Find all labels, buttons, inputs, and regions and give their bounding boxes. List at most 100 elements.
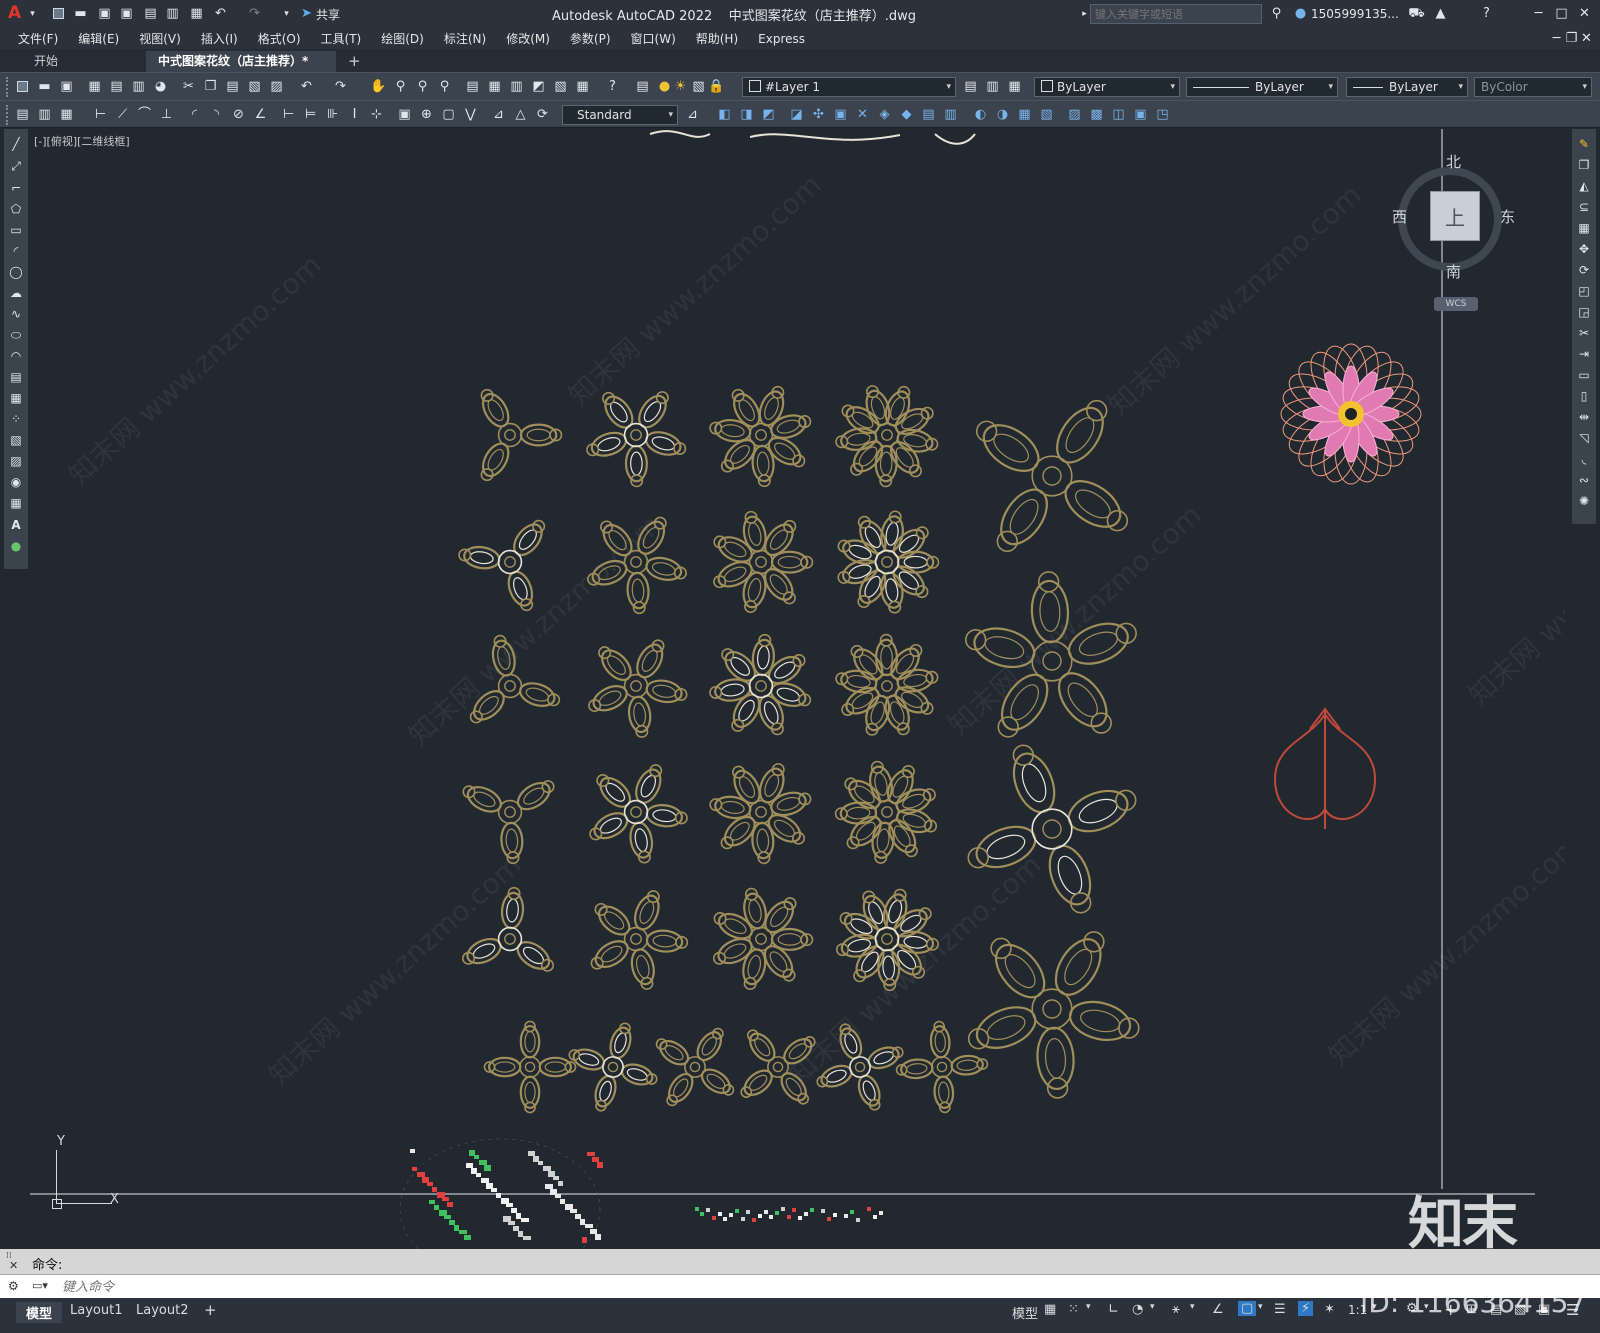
modify-icon-18[interactable]: ◫ xyxy=(1110,106,1127,123)
open-file-icon[interactable]: ▬ xyxy=(72,5,89,22)
tb-markup-icon[interactable]: ▧ xyxy=(552,78,569,95)
dim-text-edit-icon[interactable]: △ xyxy=(512,106,529,123)
tb-3d-print-icon[interactable]: ◕ xyxy=(152,78,169,95)
menu-view[interactable]: 视图(V) xyxy=(139,30,181,47)
drawing-canvas[interactable]: [-][俯视][二维线框] 知末网 www.znzmo.com 知末网 www.… xyxy=(30,129,1565,1249)
dim-space-icon[interactable]: Ⅰ xyxy=(346,106,363,123)
wcs-menu[interactable]: WCS xyxy=(1434,297,1478,311)
open-web-icon[interactable]: ▤ xyxy=(142,5,159,22)
revision-cloud-icon[interactable]: ☁ xyxy=(9,286,23,300)
maximize-icon[interactable]: □ xyxy=(1553,5,1570,22)
layer-state-icon[interactable]: ▦ xyxy=(1006,78,1023,95)
modify-icon-10[interactable]: ▤ xyxy=(920,106,937,123)
tb-cut-icon[interactable]: ✂ xyxy=(180,78,197,95)
viewcube[interactable]: 上 北 南 东 西 WCS xyxy=(1370,139,1540,311)
erase-icon[interactable]: ✎ xyxy=(1577,137,1591,151)
menu-express[interactable]: Express xyxy=(758,32,805,46)
lineweight-toggle-icon[interactable]: ☰ xyxy=(1274,1302,1286,1317)
tab-start[interactable]: 开始 xyxy=(22,51,146,72)
viewcube-south[interactable]: 南 xyxy=(1446,261,1461,282)
isodraft-icon[interactable]: ⚹ xyxy=(1172,1302,1180,1317)
array-icon[interactable]: ▦ xyxy=(1577,221,1591,235)
mtext-icon[interactable]: A xyxy=(9,518,23,532)
ordinate-dim-icon[interactable]: ⊥ xyxy=(158,106,175,123)
point-icon[interactable]: ⁘ xyxy=(9,412,23,426)
layer-vp-icon[interactable]: ▧ xyxy=(690,78,707,95)
tb-plot-icon[interactable]: ▦ xyxy=(86,78,103,95)
line-icon[interactable]: ╱ xyxy=(9,137,23,151)
modify-icon-4[interactable]: ◪ xyxy=(788,106,805,123)
tb-match-prop-icon[interactable]: ▧ xyxy=(246,78,263,95)
modify-icon-7[interactable]: ✕ xyxy=(854,106,871,123)
autodesk-app-icon[interactable]: ▲ xyxy=(1432,5,1449,22)
tb-zoom-realtime-icon[interactable]: ⚲ xyxy=(392,78,409,95)
layout-tab-layout2[interactable]: Layout2 xyxy=(136,1303,188,1318)
tb2-icon-1[interactable]: ▤ xyxy=(14,106,31,123)
menu-help[interactable]: 帮助(H) xyxy=(696,30,738,47)
modify-icon-5[interactable]: ✣ xyxy=(810,106,827,123)
ellipse-arc-icon[interactable]: ◠ xyxy=(9,349,23,363)
cart-icon[interactable]: ⛟ xyxy=(1408,5,1425,22)
layer-lock-icon[interactable]: 🔒 xyxy=(708,78,725,95)
osnap-tracking-icon[interactable]: ∠ xyxy=(1212,1302,1224,1317)
redo-icon[interactable]: ↷ xyxy=(246,5,263,22)
isodraft-menu-icon[interactable]: ▾ xyxy=(1190,1302,1195,1312)
viewcube-north[interactable]: 北 xyxy=(1446,151,1461,172)
baseline-dim-icon[interactable]: ⊨ xyxy=(302,106,319,123)
layout-tab-layout1[interactable]: Layout1 xyxy=(70,1303,122,1318)
arc-icon[interactable]: ◜ xyxy=(9,244,23,258)
modify-icon-16[interactable]: ▨ xyxy=(1066,106,1083,123)
blend-icon[interactable]: ∾ xyxy=(1577,473,1591,487)
tb-sheet-set-icon[interactable]: ◩ xyxy=(530,78,547,95)
layer-on-icon[interactable]: ● xyxy=(656,78,673,95)
trim-icon[interactable]: ✂ xyxy=(1577,326,1591,340)
tb-help-icon[interactable]: ? xyxy=(604,78,621,95)
grid-icon[interactable]: ▦ xyxy=(1044,1302,1056,1317)
user-name[interactable]: 1505999135... xyxy=(1311,7,1399,21)
rectangle-icon[interactable]: ▭ xyxy=(9,223,23,237)
model-space-button[interactable]: 模型 xyxy=(1012,1303,1038,1322)
extend-icon[interactable]: ⇥ xyxy=(1577,347,1591,361)
toolbar-grip[interactable] xyxy=(6,77,11,97)
viewcube-east[interactable]: 东 xyxy=(1500,206,1515,227)
annotation-visibility-icon[interactable]: ⚡ xyxy=(1298,1301,1314,1316)
modify-icon-14[interactable]: ▦ xyxy=(1016,106,1033,123)
print-icon[interactable]: ▦ xyxy=(188,5,205,22)
share-button[interactable]: 共享 xyxy=(316,6,340,23)
plotstyle-dropdown[interactable]: ByColor ▾ xyxy=(1474,77,1592,97)
help-search-input[interactable] xyxy=(1090,4,1262,24)
break-icon[interactable]: ▯ xyxy=(1577,389,1591,403)
quick-access-more-icon[interactable]: ▾ xyxy=(278,6,295,23)
tolerance-icon[interactable]: ▣ xyxy=(396,106,413,123)
tb2-icon-2[interactable]: ▥ xyxy=(36,106,53,123)
tb-zoom-window-icon[interactable]: ⚲ xyxy=(414,78,431,95)
save-as-icon[interactable]: ▣ xyxy=(118,5,135,22)
menu-dimension[interactable]: 标注(N) xyxy=(444,30,486,47)
tb-pan-icon[interactable]: ✋ xyxy=(370,78,387,95)
text-style-dropdown[interactable]: Standard ▾ xyxy=(562,105,678,125)
construction-line-icon[interactable]: ⤢ xyxy=(9,159,23,173)
tb-calc-icon[interactable]: ▦ xyxy=(574,78,591,95)
tb2-icon-3[interactable]: ▦ xyxy=(58,106,75,123)
linetype-dropdown[interactable]: ByLayer ▾ xyxy=(1186,77,1338,97)
new-tab-icon[interactable]: + xyxy=(336,51,373,72)
angular-dim-icon[interactable]: ∠ xyxy=(252,106,269,123)
menu-edit[interactable]: 编辑(E) xyxy=(78,30,119,47)
region-icon[interactable]: ◉ xyxy=(9,475,23,489)
dim-update-icon[interactable]: ⟳ xyxy=(534,106,551,123)
tb-tool-palette-icon[interactable]: ▥ xyxy=(508,78,525,95)
hatch-icon[interactable]: ▧ xyxy=(9,433,23,447)
menu-format[interactable]: 格式(O) xyxy=(258,30,301,47)
menu-draw[interactable]: 绘图(D) xyxy=(381,30,424,47)
arc-dim-icon[interactable]: ⌒ xyxy=(136,106,153,123)
osnap-menu-icon[interactable]: ▾ xyxy=(1258,1302,1263,1312)
app-menu-chevron-icon[interactable]: ▾ xyxy=(24,6,41,23)
tb-new-icon[interactable] xyxy=(14,78,31,95)
tb-block-editor-icon[interactable]: ▨ xyxy=(268,78,285,95)
layer-freeze-icon[interactable]: ☀ xyxy=(672,78,689,95)
modify-icon-2[interactable]: ◨ xyxy=(738,106,755,123)
quick-dim-icon[interactable]: ⊢ xyxy=(280,106,297,123)
tb-copy-icon[interactable]: ❐ xyxy=(202,78,219,95)
command-settings-icon[interactable]: ⚙ xyxy=(8,1279,19,1293)
insert-block-icon[interactable]: ▤ xyxy=(9,370,23,384)
